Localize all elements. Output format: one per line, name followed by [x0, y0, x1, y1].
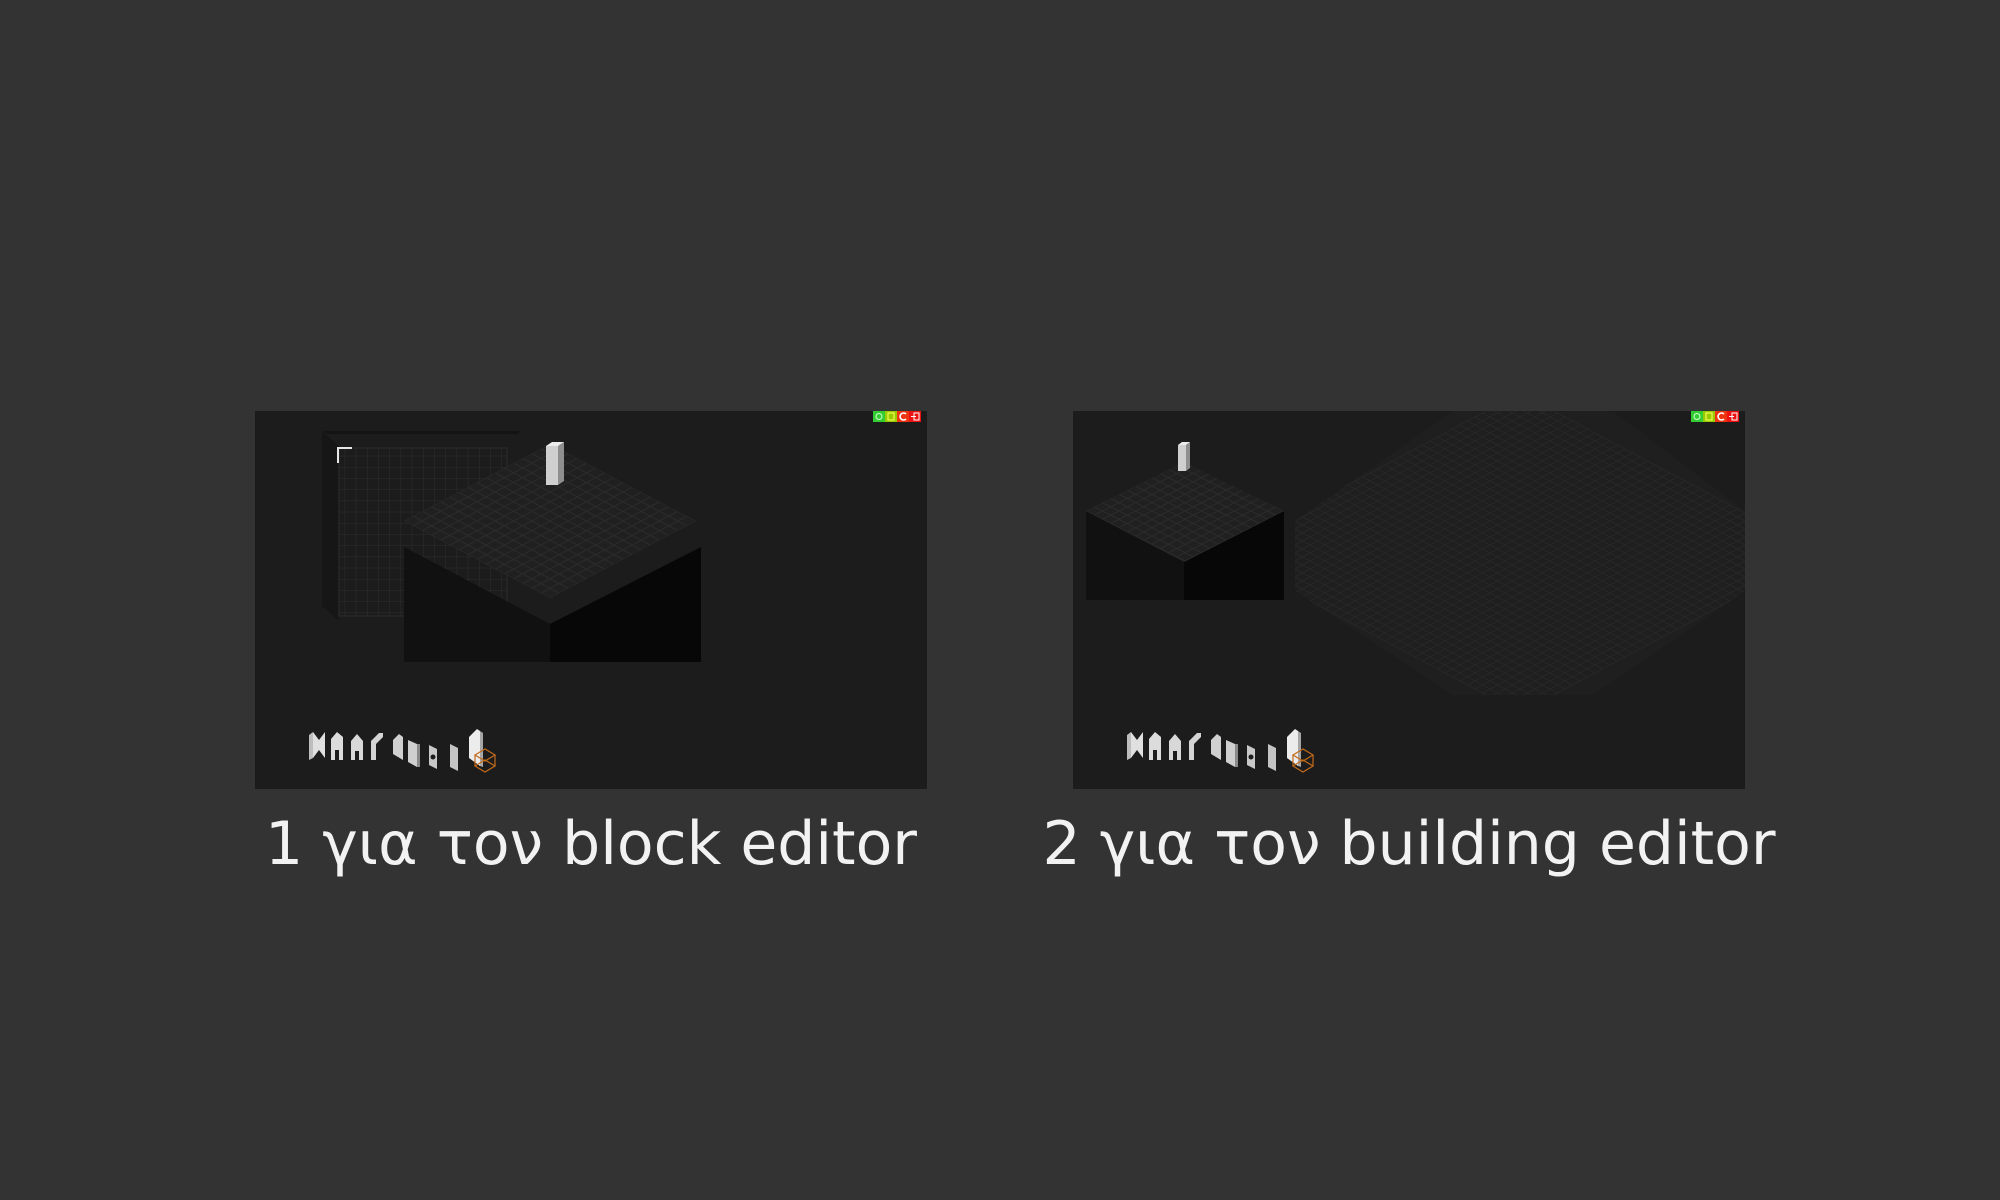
- palette-block-6: [1226, 740, 1238, 767]
- settings-icon[interactable]: [1691, 411, 1703, 422]
- editor-select-screen: { "options": [ { "id": "block", "caption…: [0, 0, 2000, 1200]
- save-icon[interactable]: [885, 411, 897, 422]
- settings-icon[interactable]: [873, 411, 885, 422]
- block-editor-option[interactable]: [255, 411, 927, 789]
- toolbar: [1691, 411, 1739, 422]
- palette-block-6: [408, 740, 420, 767]
- palette-block-7: [1247, 745, 1255, 769]
- palette-block-8: [1268, 744, 1276, 771]
- palette-block-8: [450, 744, 458, 771]
- reload-icon[interactable]: [1715, 411, 1727, 422]
- toolbar: [873, 411, 921, 422]
- exit-icon[interactable]: [909, 411, 921, 422]
- building-editor-preview: [1073, 411, 1745, 789]
- save-icon[interactable]: [1703, 411, 1715, 422]
- building-editor-caption: 2 για τον building editor: [1042, 809, 1776, 879]
- block-editor-preview: [255, 411, 927, 789]
- pillar-block-icon: [546, 442, 564, 485]
- reload-icon[interactable]: [897, 411, 909, 422]
- palette-block-7: [429, 745, 437, 769]
- block-editor-caption: 1 για τον block editor: [265, 809, 917, 879]
- building-editor-option[interactable]: [1073, 411, 1745, 789]
- pillar-block-icon: [1178, 442, 1190, 471]
- exit-icon[interactable]: [1727, 411, 1739, 422]
